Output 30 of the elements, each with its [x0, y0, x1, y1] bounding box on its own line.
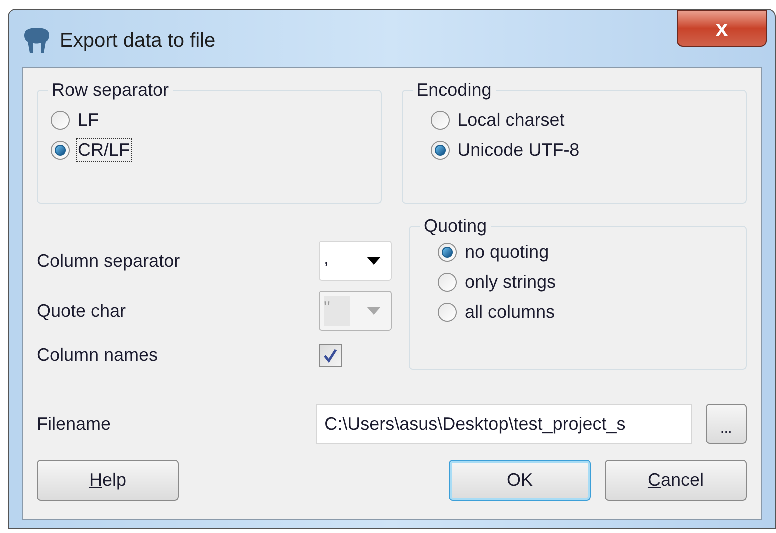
radio-label: no quoting	[464, 241, 550, 264]
caret-icon	[367, 307, 381, 316]
checkbox[interactable]	[319, 344, 342, 367]
close-button[interactable]: x	[677, 10, 767, 47]
field-label: Column names	[37, 344, 160, 367]
browse-button[interactable]: ...	[706, 404, 747, 444]
window-title: Export data to file	[60, 29, 216, 54]
radio-button[interactable]	[51, 140, 70, 160]
dialog-button[interactable]: Help	[37, 460, 179, 501]
radio-button[interactable]	[51, 110, 70, 130]
dialog-button[interactable]: OK	[449, 460, 591, 501]
radio-button[interactable]	[438, 302, 457, 322]
caret-icon	[367, 257, 381, 266]
checkmark-icon	[323, 348, 338, 363]
field-label: Quote char	[37, 300, 128, 323]
radio-label: LF	[77, 109, 100, 132]
radio-label: all columns	[464, 301, 556, 324]
radio-label: CR/LF	[76, 138, 132, 162]
radio-button[interactable]	[438, 272, 457, 292]
radio-label: Local charset	[456, 109, 566, 132]
field-label: Filename	[37, 412, 112, 436]
radio-button[interactable]	[438, 242, 457, 262]
filename-field[interactable]: C:\Users\asus\Desktop\test_project_s	[316, 404, 692, 444]
radio-button[interactable]	[430, 110, 450, 130]
field-label: Column separator	[37, 250, 182, 273]
dialog-button[interactable]: Cancel	[605, 460, 747, 501]
radio-button[interactable]	[430, 140, 450, 160]
dropdown[interactable]: ,	[319, 241, 392, 282]
radio-label: Unicode UTF-8	[456, 139, 581, 162]
radio-label: only strings	[464, 271, 558, 294]
